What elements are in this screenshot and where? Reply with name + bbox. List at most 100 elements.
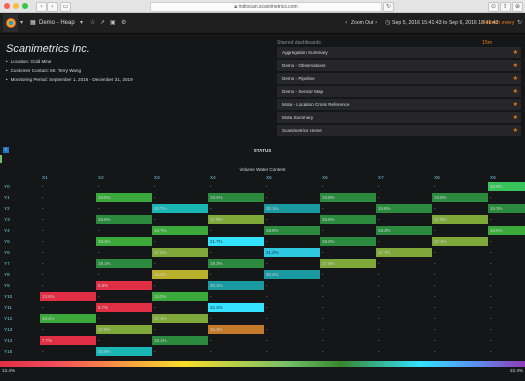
dashboard-dropdown-icon[interactable]: ▾: [80, 19, 83, 26]
table-cell: 18.6%: [488, 226, 525, 235]
minimize-window-button[interactable]: [13, 3, 19, 9]
column-header: X1: [42, 175, 48, 180]
starred-dashboard-link[interactable]: Demo - Observations ★: [277, 60, 521, 71]
starred-dashboard-link[interactable]: Demo - Pipeline ★: [277, 73, 521, 84]
table-cell: 6.7%: [96, 303, 152, 312]
zoom-out-button[interactable]: Zoom Out: [351, 13, 373, 33]
table-cell: -: [488, 336, 525, 345]
table-cell: 19.1%: [152, 336, 208, 345]
star-icon[interactable]: ★: [513, 47, 518, 58]
close-window-button[interactable]: [4, 3, 10, 9]
table-cell: -: [264, 325, 320, 334]
dashboard-link-label: Aggregation Summary: [282, 50, 328, 55]
summary-list: Location: Gold Mine Customer Contact: Mr…: [6, 57, 133, 84]
table-cell: 7.7%: [40, 336, 96, 345]
table-cell: 20.8%: [96, 347, 152, 356]
dashboard-link-label: Mota - Location Cross Reference: [282, 102, 350, 107]
table-cell: -: [40, 347, 96, 356]
table-cell: -: [320, 314, 376, 323]
table-cell: -: [376, 193, 432, 202]
starred-dashboards-title: Starred dashboards: [277, 40, 321, 46]
table-row: Y7-19.1% -19.3% -17.6% - - -: [0, 259, 525, 268]
new-tab-icon[interactable]: ⊕: [512, 2, 523, 12]
row-label: Y9: [4, 283, 10, 288]
starred-dashboard-link[interactable]: Aggregation Summary ★: [277, 47, 521, 58]
menu-caret-icon[interactable]: ▾: [20, 19, 23, 26]
table-cell: -: [208, 204, 264, 213]
table-cell: -: [320, 270, 376, 279]
sidebar-toggle-icon[interactable]: ▭: [60, 2, 71, 12]
refresh-icon[interactable]: ↻: [517, 19, 522, 26]
table-cell: -: [376, 237, 432, 246]
dashboard-title[interactable]: Demo - Heap: [39, 13, 75, 33]
table-cell: 17.4%: [152, 314, 208, 323]
address-bar[interactable]: 🔒︎ mdrscan.scanimetrics.com: [150, 2, 382, 12]
table-row: Y5-18.3% -21.7% -19.0% -17.4% -: [0, 237, 525, 246]
starred-dashboard-link[interactable]: Scanimetrics Home ★: [277, 125, 521, 136]
row-label: Y14: [4, 338, 13, 343]
table-cell: -: [320, 292, 376, 301]
star-icon[interactable]: ★: [513, 86, 518, 97]
table-cell: -: [432, 325, 488, 334]
table-cell: -: [40, 215, 96, 224]
star-icon[interactable]: ☆: [90, 19, 95, 26]
star-icon[interactable]: ★: [513, 112, 518, 123]
table-cell: -: [40, 259, 96, 268]
starred-dashboard-link[interactable]: Mota Summary ★: [277, 112, 521, 123]
time-forward-icon[interactable]: ›: [375, 19, 377, 26]
table-cell: -: [40, 270, 96, 279]
forward-button[interactable]: ›: [47, 2, 58, 12]
table-cell: 20.7%: [152, 204, 208, 213]
share-icon[interactable]: ⇪: [500, 2, 511, 12]
table-cell: 19.8%: [320, 193, 376, 202]
logo-icon: [5, 18, 16, 28]
table-row: Y8- -16.4% -20.4% - - - -: [0, 270, 525, 279]
row-label: Y12: [4, 316, 13, 321]
star-icon[interactable]: ★: [513, 125, 518, 136]
star-icon[interactable]: ★: [513, 60, 518, 71]
table-cell: -: [264, 182, 320, 191]
share-dashboard-icon[interactable]: ↗: [100, 19, 105, 26]
table-cell: -: [40, 237, 96, 246]
zoom-window-button[interactable]: [22, 3, 28, 9]
clock-icon: ◷: [385, 19, 391, 26]
table-cell: -: [488, 281, 525, 290]
grafana-logo[interactable]: [3, 14, 18, 32]
row-label: Y4: [4, 228, 10, 233]
table-cell: 17.5%: [96, 325, 152, 334]
table-cell: 17.4%: [432, 237, 488, 246]
table-row: Y1-18.6% -19.4% -19.8% -19.5% -: [0, 193, 525, 202]
back-button[interactable]: ‹: [36, 2, 47, 12]
table-cell: -: [432, 226, 488, 235]
table-cell: -: [488, 347, 525, 356]
table-cell: -: [376, 259, 432, 268]
starred-dashboard-link[interactable]: Mota - Location Cross Reference ★: [277, 99, 521, 110]
row-label: Y0: [4, 184, 10, 189]
table-cell: -: [376, 270, 432, 279]
row-label: Y2: [4, 206, 10, 211]
table-cell: 21.2%: [264, 248, 320, 257]
table-cell: -: [432, 204, 488, 213]
table-cell: -: [488, 314, 525, 323]
reload-icon[interactable]: ↻: [383, 2, 394, 12]
zoom-out-chevron-icon[interactable]: ‹: [345, 19, 347, 26]
settings-gear-icon[interactable]: ⚙: [121, 19, 126, 26]
table-cell: 19.0%: [320, 237, 376, 246]
table-cell: -: [376, 281, 432, 290]
table-row: Y6- -17.5% -21.2% -17.7% - -: [0, 248, 525, 257]
downloads-icon[interactable]: ⊙: [488, 2, 499, 12]
status-row-title[interactable]: STATUS: [0, 148, 525, 153]
table-row: Y10 13.4% -18.0% - - - - - -: [0, 292, 525, 301]
table-row: Y14 7.7% -19.1% - - - - - -: [0, 336, 525, 345]
star-icon[interactable]: ★: [513, 99, 518, 110]
table-cell: -: [320, 336, 376, 345]
panel-title[interactable]: Volume Water Content: [0, 167, 525, 172]
starred-dashboard-link[interactable]: Demo - Sensor Map ★: [277, 86, 521, 97]
table-row: Y3-19.6% -17.9% -19.6% -17.8% -: [0, 215, 525, 224]
save-icon[interactable]: ▣: [110, 19, 116, 26]
table-cell: -: [96, 204, 152, 213]
star-icon[interactable]: ★: [513, 73, 518, 84]
table-cell: -: [208, 270, 264, 279]
table-cell: -: [208, 226, 264, 235]
table-cell: -: [320, 226, 376, 235]
